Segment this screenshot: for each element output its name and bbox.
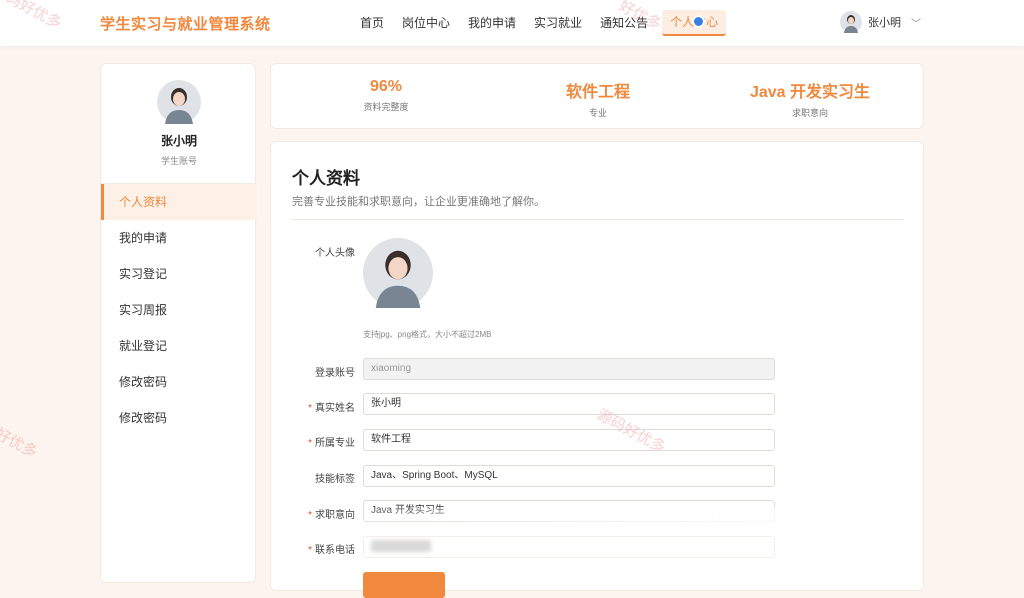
sidebar-item-profile[interactable]: 个人资料 xyxy=(101,184,257,220)
major-label: * 所属专业 xyxy=(301,434,355,449)
sidebar-item-applications[interactable]: 我的申请 xyxy=(101,220,257,256)
stat-label: 专业 xyxy=(588,108,607,118)
intent-label: * 求职意向 xyxy=(301,506,355,521)
avatar-upload[interactable] xyxy=(363,238,433,308)
skills-field[interactable]: Java、Spring Boot、MySQL xyxy=(363,465,775,487)
app-title: 学生实习与就业管理系统 xyxy=(100,16,271,33)
sidebar-menu: 个人资料 我的申请 实习登记 实习周报 就业登记 修改密码 修改密码 xyxy=(101,183,257,436)
intent-label-text: 求职意向 xyxy=(315,510,355,521)
nav-internship-employment[interactable]: 实习就业 xyxy=(534,0,582,46)
nav-my-applications[interactable]: 我的申请 xyxy=(468,0,516,46)
stat-value: 软件工程 xyxy=(565,84,630,101)
avatar-label: 个人头像 xyxy=(315,248,355,259)
divider xyxy=(292,219,904,220)
user-avatar-icon xyxy=(840,11,862,33)
blur-overlay xyxy=(363,508,781,532)
main-nav: 首页 岗位中心 我的申请 实习就业 通知公告 个人中心 xyxy=(360,0,744,46)
profile-card: 个人资料 完善专业技能和求职意向，让企业更准确地了解你。 个人头像 支持jpg、… xyxy=(270,141,924,598)
required-mark: * xyxy=(308,545,312,556)
stat-completeness: 96% 资料完整度 xyxy=(286,78,486,113)
sidebar-item-weekly-report[interactable]: 实习周报 xyxy=(101,292,257,328)
page-subtitle: 完善专业技能和求职意向，让企业更准确地了解你。 xyxy=(292,196,545,208)
required-mark: * xyxy=(308,438,312,449)
nav-notices[interactable]: 通知公告 xyxy=(600,0,648,46)
watermark: 好优多 xyxy=(0,425,40,462)
user-name: 张小明 xyxy=(868,17,901,29)
realname-label-text: 真实姓名 xyxy=(315,403,355,414)
sidebar-username: 张小明 xyxy=(160,134,197,148)
skills-label: 技能标签 xyxy=(315,474,355,485)
nav-personal-center[interactable]: 个人中心 xyxy=(662,10,727,36)
required-mark: * xyxy=(308,510,312,521)
phone-label-text: 联系电话 xyxy=(315,545,355,556)
sidebar: 张小明 学生账号 个人资料 我的申请 实习登记 实习周报 就业登记 修改密码 修… xyxy=(100,63,257,583)
major-field[interactable]: 软件工程 xyxy=(363,429,775,451)
stat-job-intent: Java 开发实习生 求职意向 xyxy=(710,78,910,119)
stats-card: 96% 资料完整度 软件工程 专业 Java 开发实习生 求职意向 xyxy=(270,63,924,129)
sidebar-role: 学生账号 xyxy=(160,156,197,166)
nav-jobs[interactable]: 岗位中心 xyxy=(402,0,450,46)
stat-label: 求职意向 xyxy=(791,108,828,118)
account-label: 登录账号 xyxy=(315,368,355,379)
sidebar-item-change-password[interactable]: 修改密码 xyxy=(101,364,257,400)
stat-major: 软件工程 专业 xyxy=(498,78,698,119)
user-menu[interactable]: 张小明 ﹀ xyxy=(840,11,921,33)
sidebar-item-employment-register[interactable]: 就业登记 xyxy=(101,328,257,364)
stat-label: 资料完整度 xyxy=(363,102,409,112)
realname-label: * 真实姓名 xyxy=(301,399,355,414)
major-label-text: 所属专业 xyxy=(315,438,355,449)
phone-redacted xyxy=(371,540,431,552)
stat-value: 96% xyxy=(369,78,403,95)
chevron-down-icon: ﹀ xyxy=(911,18,921,30)
required-mark: * xyxy=(308,403,312,414)
sidebar-item-change-password-2[interactable]: 修改密码 xyxy=(101,400,257,436)
avatar-hint: 支持jpg、png格式，大小不超过2MB xyxy=(363,330,492,339)
sidebar-item-internship-register[interactable]: 实习登记 xyxy=(101,256,257,292)
top-navbar: 学生实习与就业管理系统 首页 岗位中心 我的申请 实习就业 通知公告 个人中心 … xyxy=(0,0,1024,46)
page-title: 个人资料 xyxy=(292,169,360,188)
nav-home[interactable]: 首页 xyxy=(360,0,384,46)
cursor-dot-icon xyxy=(692,15,706,28)
phone-label: * 联系电话 xyxy=(301,541,355,556)
realname-field[interactable]: 张小明 xyxy=(363,393,775,415)
account-field[interactable]: xiaoming xyxy=(363,358,775,380)
stat-value: Java 开发实习生 xyxy=(749,84,871,101)
avatar xyxy=(157,80,201,124)
